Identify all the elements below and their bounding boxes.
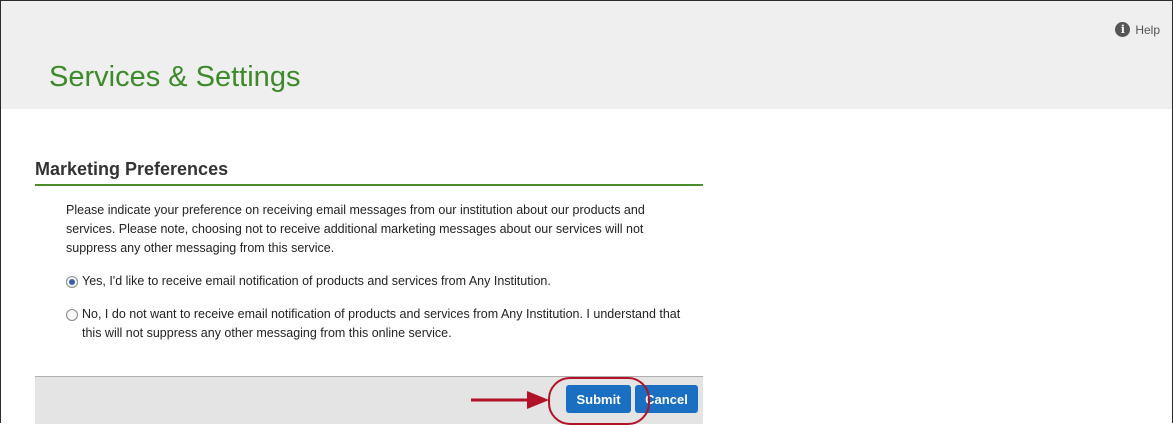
cancel-button[interactable]: Cancel bbox=[635, 385, 698, 413]
info-icon: i bbox=[1115, 22, 1131, 37]
section-description: Please indicate your preference on recei… bbox=[66, 203, 645, 255]
marketing-preferences-panel: Marketing Preferences Please indicate yo… bbox=[35, 155, 703, 343]
section-title: Marketing Preferences bbox=[35, 155, 703, 186]
option-no-label: No, I do not want to receive email notif… bbox=[82, 307, 681, 340]
radio-no[interactable] bbox=[66, 309, 78, 321]
submit-button[interactable]: Submit bbox=[566, 385, 631, 413]
option-yes[interactable]: Yes, I'd like to receive email notificat… bbox=[66, 272, 691, 291]
form-actions-bar: Submit Cancel bbox=[35, 376, 703, 424]
page-title: Services & Settings bbox=[49, 61, 301, 93]
option-no[interactable]: No, I do not want to receive email notif… bbox=[66, 305, 691, 343]
radio-yes[interactable] bbox=[66, 276, 78, 288]
option-yes-label: Yes, I'd like to receive email notificat… bbox=[82, 274, 551, 288]
help-link[interactable]: i Help bbox=[1115, 22, 1160, 37]
page-header: i Help Services & Settings bbox=[1, 1, 1172, 109]
page-frame: i Help Services & Settings Marketing Pre… bbox=[0, 0, 1173, 425]
help-label: Help bbox=[1135, 22, 1160, 37]
